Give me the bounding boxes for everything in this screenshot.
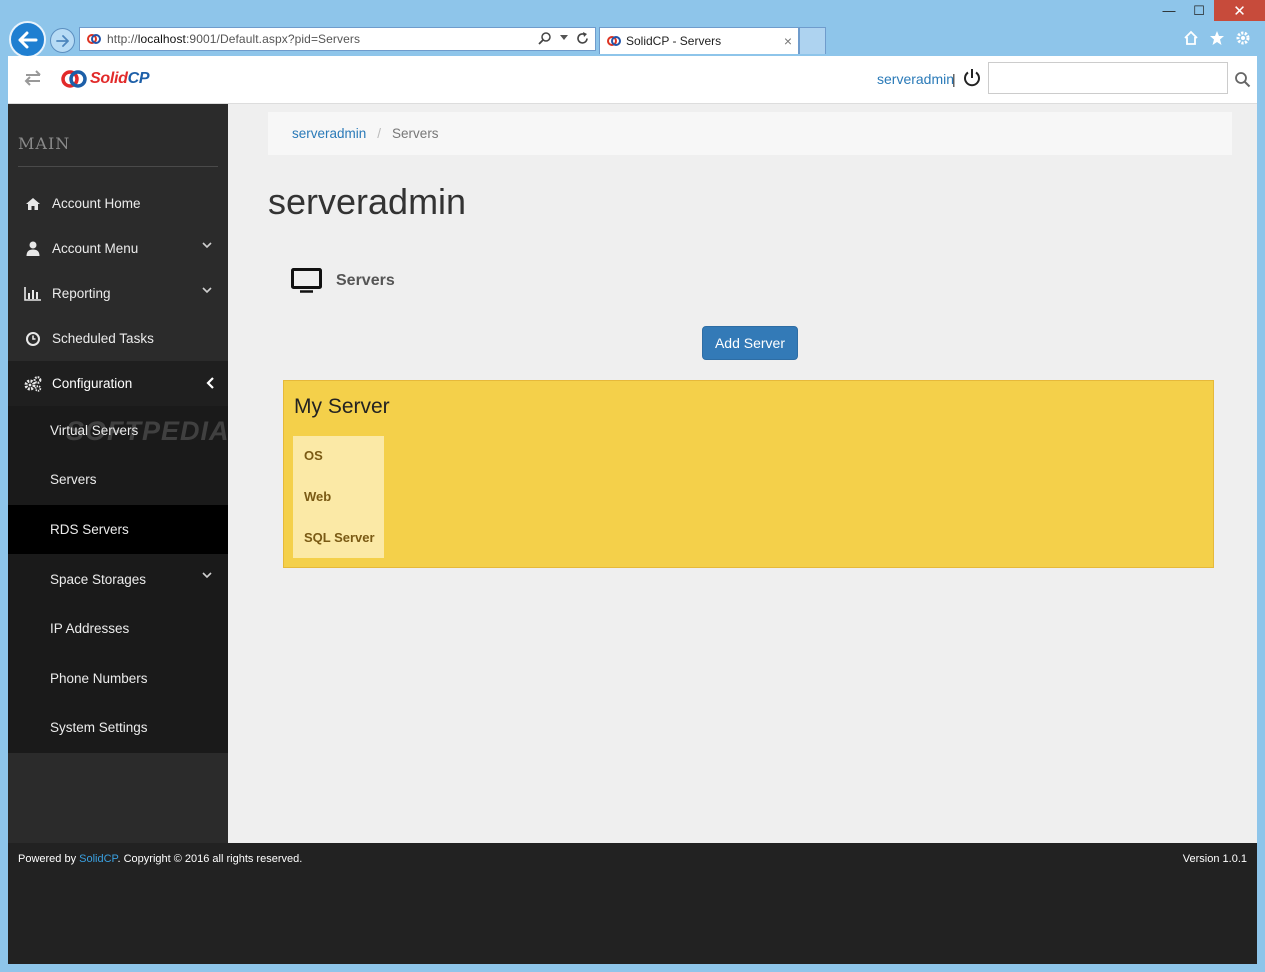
browser-tab[interactable]: SolidCP - Servers × xyxy=(599,27,799,54)
sidebar-item-account-home[interactable]: Account Home xyxy=(8,181,228,226)
servers-section-header: Servers xyxy=(291,268,395,293)
top-navbar: SolidCP serveradmin | xyxy=(8,56,1257,104)
sidebar-item-label: Scheduled Tasks xyxy=(52,331,154,346)
service-link-sql-server[interactable]: SQL Server xyxy=(304,530,375,545)
web-page: SolidCP serveradmin | MAIN Account Home … xyxy=(8,56,1257,964)
footer: Powered by SolidCP. Copyright © 2016 all… xyxy=(8,843,1257,964)
sidebar-item-account-menu[interactable]: Account Menu xyxy=(8,226,228,271)
configuration-submenu: Virtual Servers Servers RDS Servers Spac… xyxy=(8,406,228,753)
submenu-item-ip-addresses[interactable]: IP Addresses xyxy=(8,604,228,653)
server-services-list: OS Web SQL Server xyxy=(293,436,384,558)
browser-toolbar-icons xyxy=(1183,30,1251,46)
breadcrumb-separator: / xyxy=(377,126,382,141)
address-url: http://localhost:9001/Default.aspx?pid=S… xyxy=(107,32,361,46)
sidebar-item-reporting[interactable]: Reporting xyxy=(8,271,228,316)
home-icon xyxy=(26,197,40,210)
maximize-button[interactable]: ☐ xyxy=(1184,0,1214,21)
monitor-icon xyxy=(291,268,322,293)
address-bar[interactable]: http://localhost:9001/Default.aspx?pid=S… xyxy=(79,27,596,51)
submenu-item-phone-numbers[interactable]: Phone Numbers xyxy=(8,654,228,703)
add-server-button[interactable]: Add Server xyxy=(702,326,798,360)
logo-text: SolidCP xyxy=(90,70,150,87)
gears-icon xyxy=(24,375,42,392)
site-favicon-icon xyxy=(87,34,101,44)
forward-button[interactable] xyxy=(50,28,75,53)
submenu-item-label: Phone Numbers xyxy=(50,671,148,686)
service-link-web[interactable]: Web xyxy=(304,489,331,504)
refresh-icon[interactable] xyxy=(576,31,589,45)
footer-brand-link[interactable]: SolidCP xyxy=(79,853,117,865)
submenu-item-rds-servers[interactable]: RDS Servers xyxy=(8,505,228,554)
tab-title: SolidCP - Servers xyxy=(626,34,722,48)
settings-gear-icon[interactable] xyxy=(1235,30,1251,46)
user-icon xyxy=(26,241,40,256)
logo-mark-icon xyxy=(61,70,87,88)
browser-chrome: http://localhost:9001/Default.aspx?pid=S… xyxy=(0,0,1265,58)
sidebar-item-label: Account Home xyxy=(52,196,141,211)
chevron-down-icon xyxy=(202,287,212,294)
footer-version: Version 1.0.1 xyxy=(1182,853,1247,865)
logout-power-icon[interactable] xyxy=(962,68,982,88)
tab-close-button[interactable]: × xyxy=(784,33,792,49)
breadcrumb-root-link[interactable]: serveradmin xyxy=(292,126,366,141)
dropdown-icon[interactable] xyxy=(560,35,568,41)
solidcp-logo[interactable]: SolidCP xyxy=(60,68,150,90)
sidebar-item-label: Reporting xyxy=(52,286,111,301)
sidebar-toggle-icon[interactable] xyxy=(24,70,42,86)
clock-icon xyxy=(26,331,40,346)
arrow-left-icon xyxy=(18,31,37,48)
submenu-item-label: System Settings xyxy=(50,720,148,735)
sidebar-item-configuration[interactable]: Configuration xyxy=(8,361,228,406)
sidebar-item-label: Account Menu xyxy=(52,241,139,256)
search-icon[interactable] xyxy=(538,31,552,45)
server-card: My Server OS Web SQL Server xyxy=(283,380,1214,568)
tab-favicon-icon xyxy=(607,36,621,46)
favorites-star-icon[interactable] xyxy=(1209,30,1225,46)
minimize-button[interactable]: — xyxy=(1154,0,1184,21)
submenu-item-servers[interactable]: Servers xyxy=(8,455,228,504)
new-tab-button[interactable] xyxy=(799,27,826,54)
page-title: serveradmin xyxy=(268,181,467,222)
sidebar-item-scheduled-tasks[interactable]: Scheduled Tasks xyxy=(8,316,228,361)
global-search-input[interactable] xyxy=(988,62,1228,94)
bar-chart-icon xyxy=(24,286,41,301)
breadcrumb: serveradmin / Servers xyxy=(268,112,1232,155)
breadcrumb-current: Servers xyxy=(392,126,439,141)
sidebar-divider xyxy=(18,166,218,167)
sidebar: MAIN Account Home Account Menu Reporting… xyxy=(8,104,230,843)
section-label: Servers xyxy=(336,271,395,289)
back-button[interactable] xyxy=(9,21,46,58)
home-icon[interactable] xyxy=(1183,30,1199,46)
server-name[interactable]: My Server xyxy=(294,395,390,419)
submenu-item-label: RDS Servers xyxy=(50,522,129,537)
submenu-item-label: Servers xyxy=(50,472,97,487)
user-separator: | xyxy=(952,71,956,87)
chevron-down-icon xyxy=(202,572,212,579)
chevron-left-icon xyxy=(206,377,214,389)
chevron-down-icon xyxy=(202,242,212,249)
service-link-os[interactable]: OS xyxy=(304,448,323,463)
current-user-link[interactable]: serveradmin xyxy=(877,71,954,87)
arrow-right-icon xyxy=(56,34,69,47)
footer-copyright: Powered by SolidCP. Copyright © 2016 all… xyxy=(18,853,303,865)
submenu-item-label: Space Storages xyxy=(50,572,147,587)
watermark: SOFTPEDIA xyxy=(66,416,230,446)
sidebar-heading: MAIN xyxy=(18,134,71,153)
submenu-item-label: IP Addresses xyxy=(50,621,130,636)
sidebar-item-label: Configuration xyxy=(52,376,133,391)
submenu-item-space-storages[interactable]: Space Storages xyxy=(8,555,228,604)
submenu-item-system-settings[interactable]: System Settings xyxy=(8,703,228,752)
search-submit-icon[interactable] xyxy=(1234,71,1251,88)
close-window-button[interactable]: ✕ xyxy=(1214,0,1265,21)
window-controls: — ☐ ✕ xyxy=(1154,0,1265,21)
